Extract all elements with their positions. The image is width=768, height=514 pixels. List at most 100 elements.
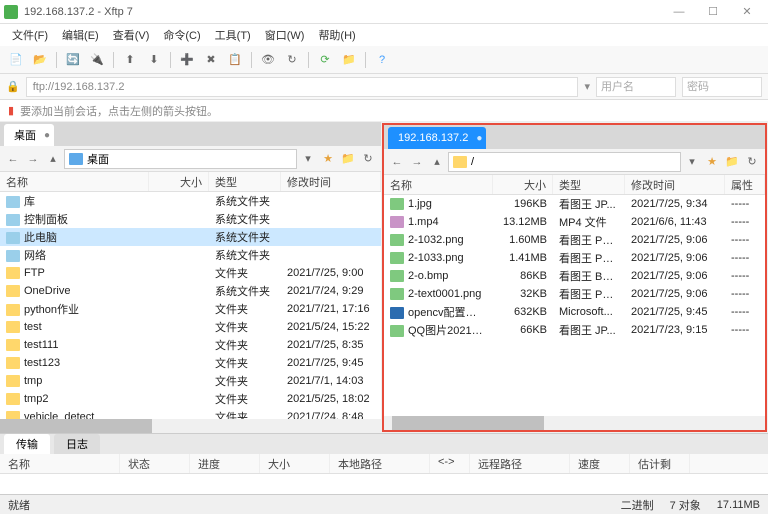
reconnect-icon[interactable]: 🔄 (63, 50, 83, 70)
column-header[interactable]: 大小 (149, 172, 209, 191)
forward-button[interactable]: → (24, 150, 42, 168)
local-path-input[interactable]: 桌面 (64, 149, 297, 169)
new-session-icon[interactable]: 📄 (6, 50, 26, 70)
back-button[interactable]: ← (388, 153, 406, 171)
open-icon[interactable]: 📂 (30, 50, 50, 70)
table-row[interactable]: 1.jpg196KB看图王 JP...2021/7/25, 9:34----- (384, 195, 765, 213)
column-header[interactable]: 名称 (0, 172, 149, 191)
table-row[interactable]: tmp2文件夹2021/5/25, 18:02 (0, 390, 381, 408)
refresh-remote-icon[interactable]: ↻ (743, 153, 761, 171)
table-row[interactable]: 1.mp413.12MBMP4 文件2021/6/6, 11:43----- (384, 213, 765, 231)
table-row[interactable]: vehicle_detect文件夹2021/7/24, 8:48 (0, 408, 381, 419)
transfer-column-header[interactable]: 速度 (570, 454, 630, 473)
menu-item[interactable]: 命令(C) (157, 25, 206, 45)
table-row[interactable]: 2-o.bmp86KB看图王 BM...2021/7/25, 9:06----- (384, 267, 765, 285)
transfer-column-header[interactable]: 远程路径 (470, 454, 570, 473)
delete-icon[interactable]: ✖ (201, 50, 221, 70)
folder-icon (6, 304, 20, 316)
table-row[interactable]: test123文件夹2021/7/25, 9:45 (0, 354, 381, 372)
doc-icon (390, 307, 404, 319)
table-row[interactable]: python作业文件夹2021/7/21, 17:16 (0, 300, 381, 318)
table-row[interactable]: FTP文件夹2021/7/25, 9:00 (0, 264, 381, 282)
forward-button[interactable]: → (408, 153, 426, 171)
path-dropdown-icon[interactable]: ▾ (683, 153, 701, 171)
table-row[interactable]: QQ图片2021072309...66KB看图王 JP...2021/7/23,… (384, 321, 765, 339)
remote-tab[interactable]: 192.168.137.2● (388, 127, 486, 149)
minimize-button[interactable]: — (662, 1, 696, 23)
sync-icon[interactable]: ⟳ (315, 50, 335, 70)
close-button[interactable]: ✕ (730, 1, 764, 23)
back-button[interactable]: ← (4, 150, 22, 168)
address-input[interactable]: ftp://192.168.137.2 (26, 77, 579, 97)
column-header[interactable]: 修改时间 (281, 172, 381, 191)
transfer-column-header[interactable]: 大小 (260, 454, 330, 473)
menu-item[interactable]: 帮助(H) (312, 25, 361, 45)
transfer-column-header[interactable]: 名称 (0, 454, 120, 473)
column-header[interactable]: 大小 (493, 175, 553, 194)
table-row[interactable]: 2-text0001.png32KB看图王 PN...2021/7/25, 9:… (384, 285, 765, 303)
table-row[interactable]: tmp文件夹2021/7/1, 14:03 (0, 372, 381, 390)
table-row[interactable]: 此电脑系统文件夹 (0, 228, 381, 246)
dropdown-icon[interactable]: ▾ (584, 80, 590, 93)
transfer-up-icon[interactable]: ⬆ (120, 50, 140, 70)
table-row[interactable]: 2-1033.png1.41MB看图王 PN...2021/7/25, 9:06… (384, 249, 765, 267)
transfer-column-header[interactable]: 状态 (120, 454, 190, 473)
properties-icon[interactable]: 📋 (225, 50, 245, 70)
bookmark-icon[interactable]: ★ (319, 150, 337, 168)
menu-item[interactable]: 编辑(E) (56, 25, 105, 45)
help-icon[interactable]: ? (372, 50, 392, 70)
tab-transfer[interactable]: 传输 (4, 434, 50, 454)
transfer-down-icon[interactable]: ⬇ (144, 50, 164, 70)
table-row[interactable]: 网络系统文件夹 (0, 246, 381, 264)
transfer-column-header[interactable]: 估计剩 (630, 454, 690, 473)
path-dropdown-icon[interactable]: ▾ (299, 150, 317, 168)
home-icon[interactable]: 📁 (339, 150, 357, 168)
new-folder-icon[interactable]: ➕ (177, 50, 197, 70)
close-icon[interactable]: ● (476, 133, 482, 144)
refresh-local-icon[interactable]: ↻ (359, 150, 377, 168)
folder-icon (6, 285, 20, 297)
up-button[interactable]: ▴ (44, 150, 62, 168)
folder-compare-icon[interactable]: 📁 (339, 50, 359, 70)
menu-item[interactable]: 窗口(W) (259, 25, 311, 45)
img-icon (390, 198, 404, 210)
maximize-button[interactable]: ☐ (696, 1, 730, 23)
table-row[interactable]: test文件夹2021/5/24, 15:22 (0, 318, 381, 336)
transfer-column-header[interactable]: 本地路径 (330, 454, 430, 473)
column-header[interactable]: 类型 (553, 175, 625, 194)
refresh-icon[interactable]: ↻ (282, 50, 302, 70)
menu-item[interactable]: 工具(T) (209, 25, 257, 45)
remote-path-input[interactable]: / (448, 152, 681, 172)
column-header[interactable]: 属性 (725, 175, 765, 194)
table-row[interactable]: 库系统文件夹 (0, 192, 381, 210)
table-row[interactable]: opencv配置编译.docx632KBMicrosoft...2021/7/2… (384, 303, 765, 321)
folder-icon (6, 321, 20, 333)
column-header[interactable]: 类型 (209, 172, 281, 191)
menu-item[interactable]: 文件(F) (6, 25, 54, 45)
menu-item[interactable]: 查看(V) (107, 25, 156, 45)
disconnect-icon[interactable]: 🔌 (87, 50, 107, 70)
password-input[interactable]: 密码 (682, 77, 762, 97)
column-header[interactable]: 名称 (384, 175, 493, 194)
home-icon[interactable]: 📁 (723, 153, 741, 171)
flag-icon: ▮ (8, 104, 14, 117)
view-icon[interactable]: 👁 (258, 50, 278, 70)
folder-icon (6, 411, 20, 419)
tab-log[interactable]: 日志 (54, 434, 100, 454)
column-header[interactable]: 修改时间 (625, 175, 725, 194)
transfer-list[interactable] (0, 474, 768, 494)
window-title: 192.168.137.2 - Xftp 7 (24, 6, 662, 18)
img-icon (390, 234, 404, 246)
table-row[interactable]: 2-1032.png1.60MB看图王 PN...2021/7/25, 9:06… (384, 231, 765, 249)
up-button[interactable]: ▴ (428, 153, 446, 171)
table-row[interactable]: 控制面板系统文件夹 (0, 210, 381, 228)
status-count: 7 对象 (670, 497, 701, 513)
transfer-column-header[interactable]: <-> (430, 454, 470, 473)
local-tab[interactable]: 桌面● (4, 124, 54, 146)
username-input[interactable]: 用户名 (596, 77, 676, 97)
table-row[interactable]: test111文件夹2021/7/25, 8:35 (0, 336, 381, 354)
close-icon[interactable]: ● (44, 130, 50, 141)
bookmark-icon[interactable]: ★ (703, 153, 721, 171)
transfer-column-header[interactable]: 进度 (190, 454, 260, 473)
table-row[interactable]: OneDrive系统文件夹2021/7/24, 9:29 (0, 282, 381, 300)
